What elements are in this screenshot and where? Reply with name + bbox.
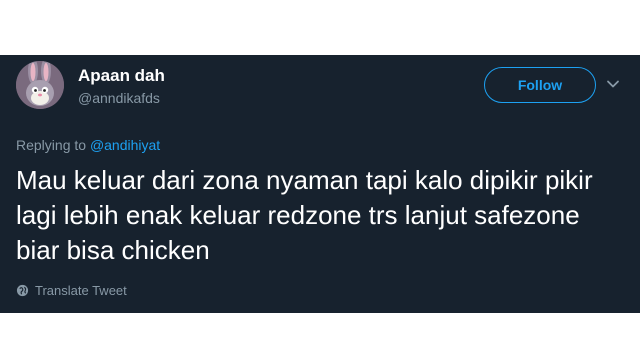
- user-handle[interactable]: @anndikafds: [78, 90, 160, 106]
- avatar[interactable]: [16, 61, 64, 109]
- display-name[interactable]: Apaan dah: [78, 66, 165, 86]
- follow-button[interactable]: Follow: [484, 67, 596, 103]
- replying-to-label: Replying to: [16, 137, 87, 153]
- translate-tweet-link[interactable]: Translate Tweet: [16, 283, 127, 298]
- translate-tweet-label: Translate Tweet: [35, 283, 127, 298]
- replying-to: Replying to @andihiyat: [16, 137, 160, 153]
- reply-mention-link[interactable]: @andihiyat: [90, 137, 160, 153]
- follow-button-label: Follow: [517, 77, 563, 93]
- tweet-text: Mau keluar dari zona nyaman tapi kalo di…: [16, 165, 593, 265]
- chevron-down-icon[interactable]: [606, 77, 620, 91]
- bunny-avatar-icon: [16, 61, 64, 109]
- globe-icon: [16, 284, 29, 297]
- tweet-card: Apaan dah @anndikafds Follow Replying to…: [0, 55, 640, 313]
